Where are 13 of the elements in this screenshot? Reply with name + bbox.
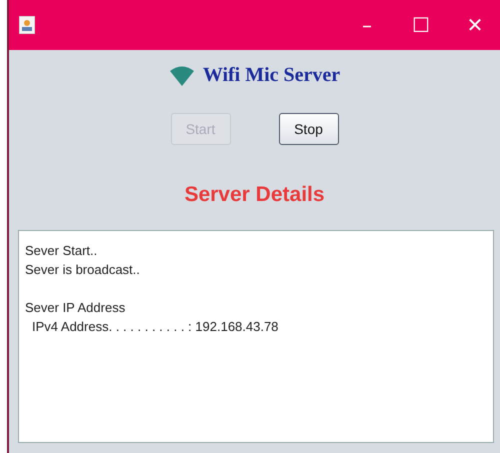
wifi-icon [168,64,195,86]
close-button[interactable]: ✕ [450,5,500,45]
log-line: Sever is broadcast.. [25,261,140,279]
section-title: Server Details [184,183,325,206]
minimize-button[interactable]: – [342,5,392,45]
log-line: Sever Start.. [25,242,98,260]
app-icon [19,16,35,34]
log-area[interactable]: Sever Start.. Sever is broadcast.. Sever IP Address IPv4 Address. . . . . . . . . . . : 192.168.43.78 [18,230,494,443]
maximize-button[interactable]: ☐ [396,5,446,45]
log-line: IPv4 Address. . . . . . . . . . . : 192.168.43.78 [31,318,278,336]
action-button[interactable]: Stop [278,113,338,145]
app-title: Wifi Mic Server [202,64,340,87]
log-line: Sever IP Address [25,299,126,317]
